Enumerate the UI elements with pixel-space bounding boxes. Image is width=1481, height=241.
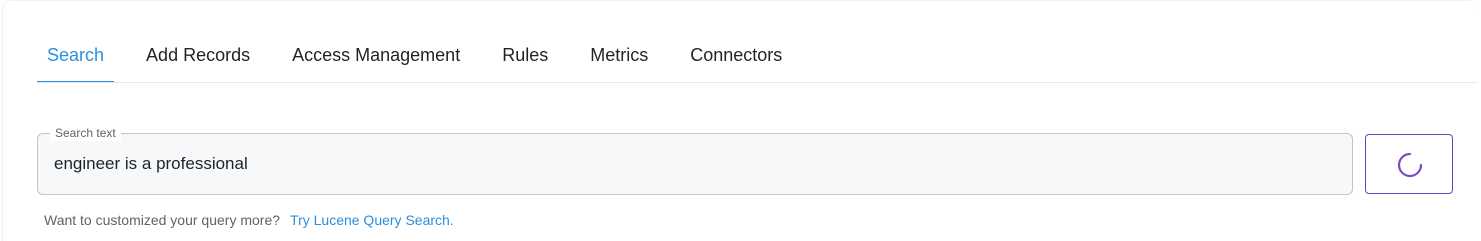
loading-spinner-icon <box>1397 152 1423 178</box>
tab-bar: Search Add Records Access Management Rul… <box>37 37 814 83</box>
search-field: Search text <box>37 125 1353 195</box>
tab-add-records[interactable]: Add Records <box>136 37 260 83</box>
tab-rules[interactable]: Rules <box>492 37 558 83</box>
search-input[interactable] <box>54 154 1334 174</box>
hint-text: Want to customized your query more? <box>44 212 281 228</box>
query-hint: Want to customized your query more? Try L… <box>44 211 454 229</box>
page-panel: Search Add Records Access Management Rul… <box>2 0 1478 241</box>
tab-connectors[interactable]: Connectors <box>680 37 792 83</box>
tab-divider <box>37 82 1478 83</box>
tab-access-management[interactable]: Access Management <box>282 37 470 83</box>
tab-search[interactable]: Search <box>37 37 115 83</box>
lucene-query-link[interactable]: Try Lucene Query Search. <box>290 212 454 228</box>
tab-metrics[interactable]: Metrics <box>580 37 658 83</box>
search-submit-button[interactable] <box>1365 134 1453 194</box>
search-field-label: Search text <box>50 125 121 141</box>
